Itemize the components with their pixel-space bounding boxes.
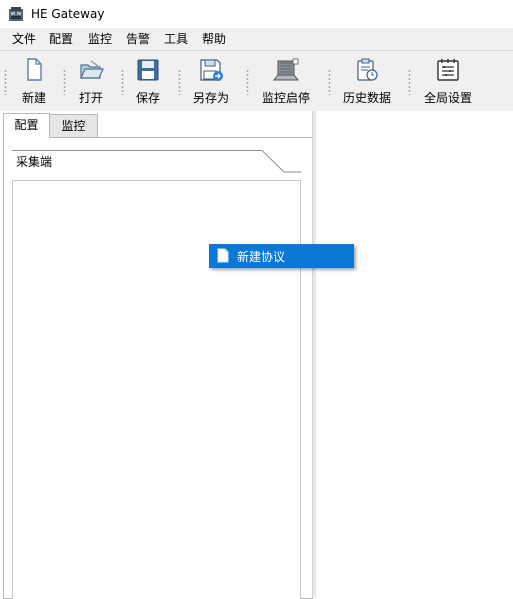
left-panel: 配置 监控 采集端	[0, 111, 315, 599]
open-folder-icon	[80, 60, 104, 79]
context-menu-label: 新建协议	[237, 250, 286, 264]
menu-monitor[interactable]: 监控	[87, 31, 113, 47]
tab-config[interactable]: 配置	[3, 113, 50, 138]
toolbar-grip[interactable]	[4, 69, 7, 95]
menu-alarm[interactable]: 告警	[125, 31, 151, 47]
collector-group-header: 采集端	[12, 150, 302, 176]
save-button-label: 保存	[135, 91, 160, 105]
tab-config-label: 配置	[14, 118, 39, 132]
window-title: HE Gateway	[31, 7, 105, 21]
save-as-button-label: 另存为	[192, 91, 229, 105]
menu-config[interactable]: 配置	[48, 31, 74, 47]
app-logo-icon	[9, 7, 23, 21]
save-as-button[interactable]: 另存为	[188, 55, 234, 107]
global-settings-label: 全局设置	[423, 91, 472, 105]
toolbar-grip[interactable]	[408, 69, 411, 95]
save-disk-icon	[137, 59, 159, 81]
history-clipboard-icon	[357, 58, 378, 81]
config-tab-panel: 采集端	[3, 137, 313, 599]
toolbar-grip[interactable]	[246, 69, 249, 95]
monitor-start-stop-button[interactable]: 监控启停	[259, 55, 313, 107]
collector-label: 采集端	[16, 155, 53, 169]
save-button[interactable]: 保存	[128, 55, 168, 107]
collector-list[interactable]	[12, 180, 301, 599]
monitor-start-stop-label: 监控启停	[261, 91, 310, 105]
tab-monitor-label: 监控	[61, 119, 86, 133]
toolbar: 新建 打开 保存 另存为 监控启停 历史数据 全局设置	[0, 50, 513, 112]
toolbar-grip[interactable]	[121, 69, 124, 95]
group-header-outline	[12, 150, 302, 173]
title-bar: HE Gateway	[0, 0, 513, 28]
new-button[interactable]: 新建	[14, 55, 54, 107]
history-data-label: 历史数据	[342, 91, 391, 105]
toolbar-grip[interactable]	[63, 69, 66, 95]
context-menu: 新建协议	[209, 244, 354, 268]
open-button-label: 打开	[78, 91, 103, 105]
open-button[interactable]: 打开	[70, 55, 112, 107]
menu-file[interactable]: 文件	[11, 31, 37, 47]
right-panel	[316, 111, 513, 597]
monitor-device-icon	[272, 58, 300, 81]
history-data-button[interactable]: 历史数据	[340, 55, 394, 107]
global-settings-button[interactable]: 全局设置	[420, 55, 476, 107]
context-menu-item-new-protocol[interactable]: 新建协议	[209, 244, 354, 268]
new-document-icon	[217, 248, 229, 263]
menu-help[interactable]: 帮助	[201, 31, 227, 47]
settings-list-icon	[437, 59, 459, 81]
tab-monitor[interactable]: 监控	[49, 114, 98, 138]
save-as-icon	[200, 59, 223, 81]
toolbar-grip[interactable]	[328, 69, 331, 95]
toolbar-grip[interactable]	[178, 69, 181, 95]
menu-bar: 文件 配置 监控 告警 工具 帮助	[0, 28, 513, 50]
menu-tools[interactable]: 工具	[163, 31, 189, 47]
new-button-label: 新建	[21, 91, 46, 105]
new-file-icon	[27, 58, 42, 81]
